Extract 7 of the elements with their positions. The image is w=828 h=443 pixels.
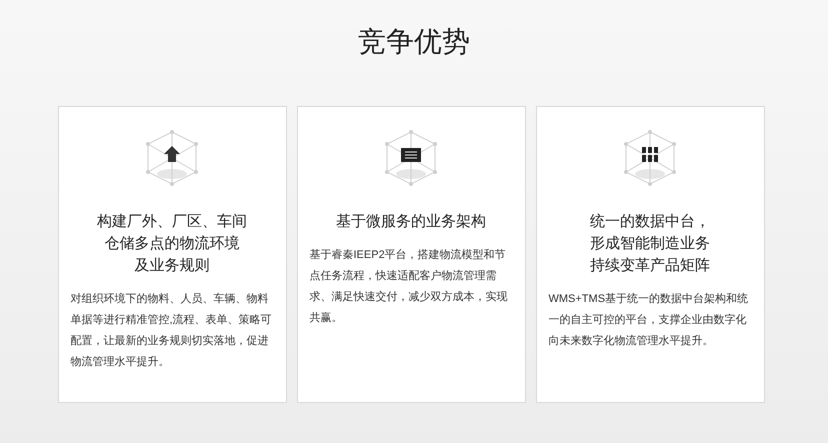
- card-title: 构建厂外、厂区、车间 仓储多点的物流环境 及业务规则: [97, 212, 247, 276]
- card-description: 基于睿秦IEEP2平台，搭建物流模型和节点任务流程，快速适配客户物流管理需求、满足快速交付，减少双方成本，实现共赢。: [308, 248, 508, 326]
- card-title: 基于微服务的业务架构: [336, 212, 486, 232]
- card-description: 对组织环境下的物料、人员、车辆、物料单据等进行精准管控,流程、表单、策略可配置，让最新的业务规则切实落地，促进物流管理水平提升。: [70, 292, 273, 370]
- card-description: WMS+TMS基于统一的数据中台架构和统一的自主可控的平台，支撑企业由数字化向未来数字化物流管理水平提升。: [548, 292, 750, 349]
- card-title: 统一的数据中台， 形成智能制造业务 持续变革产品矩阵: [590, 212, 710, 276]
- section-heading: 竞争优势: [358, 25, 470, 59]
